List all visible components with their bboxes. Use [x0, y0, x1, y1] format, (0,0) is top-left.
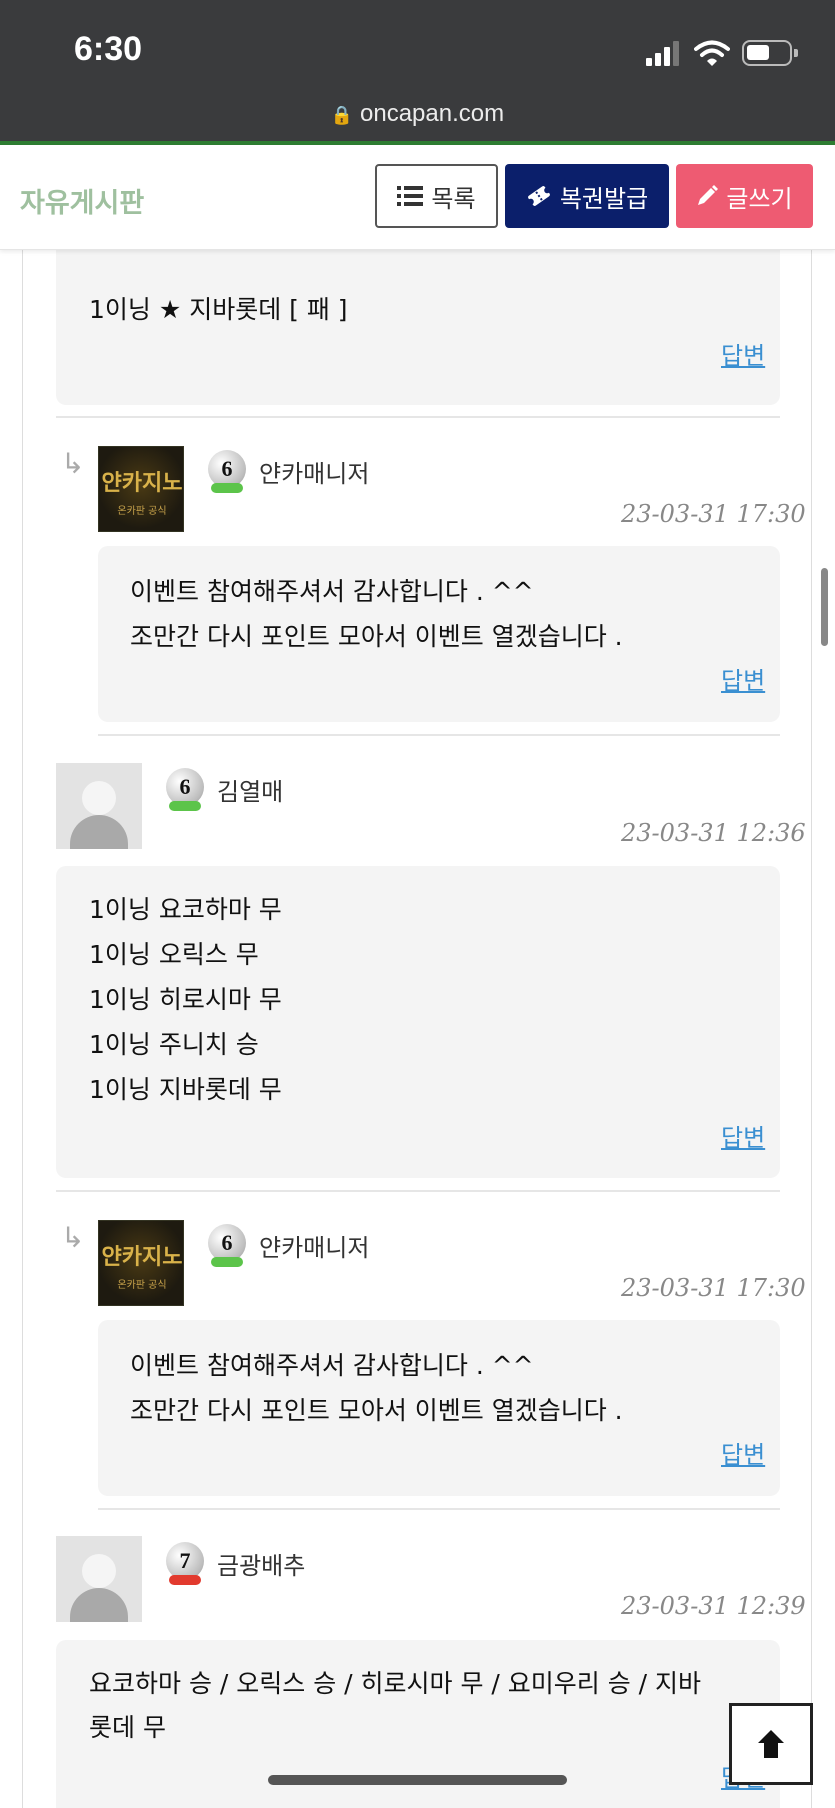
comment-author[interactable]: 얀카매니저 [259, 1228, 369, 1263]
list-button[interactable]: 목록 [375, 164, 498, 228]
divider [56, 416, 780, 418]
scrollbar[interactable] [821, 568, 828, 646]
comment-date: 23-03-31 17:30 [621, 500, 806, 528]
divider [56, 1190, 780, 1192]
list-icon [397, 186, 424, 206]
comment-body: 1이닝 요코하마 무 1이닝 오릭스 무 1이닝 히로시마 무 1이닝 주니치 … [56, 866, 780, 1178]
avatar[interactable]: 얀카지노 온카판 공식 [98, 1220, 184, 1306]
comment-list: 1이닝 ★ 지바롯데 [ 패 ] 답변 ↳ 얀카지노 온카판 공식 6 얀카매니저… [22, 250, 812, 1808]
pencil-icon [698, 185, 719, 205]
reply-link[interactable]: 답변 [721, 661, 765, 696]
write-button-label: 글쓰기 [726, 184, 793, 213]
avatar[interactable]: 얀카지노 온카판 공식 [98, 446, 184, 532]
comment-date: 23-03-31 17:30 [621, 1274, 806, 1302]
comment-author[interactable]: 금광배추 [217, 1546, 305, 1581]
list-button-label: 목록 [431, 184, 476, 213]
comment-text: 롯데 무 [89, 1713, 166, 1742]
reply-link[interactable]: 답변 [721, 1435, 765, 1470]
scroll-top-button[interactable] [729, 1703, 813, 1785]
avatar[interactable] [56, 763, 142, 849]
write-button[interactable]: 글쓰기 [676, 164, 813, 228]
comment-body: 이벤트 참여해주셔서 감사합니다 . ^^ 조만간 다시 포인트 모아서 이벤트… [98, 546, 780, 722]
divider [98, 734, 780, 736]
ticket-button[interactable]: 복권발급 [505, 164, 669, 228]
comment-date: 23-03-31 12:36 [621, 819, 806, 847]
comment-body: 1이닝 ★ 지바롯데 [ 패 ] 답변 [56, 250, 780, 405]
ticket-icon [527, 186, 551, 206]
divider [98, 1508, 780, 1510]
reply-link[interactable]: 답변 [721, 336, 765, 371]
signal-icon [646, 41, 679, 66]
comment-text: 1이닝 히로시마 무 [89, 985, 282, 1014]
comment-text: 1이닝 요코하마 무 [89, 895, 282, 924]
comment-body: 이벤트 참여해주셔서 감사합니다 . ^^ 조만간 다시 포인트 모아서 이벤트… [98, 1320, 780, 1496]
reply-arrow-icon: ↳ [61, 1221, 85, 1254]
comment-date: 23-03-31 12:39 [621, 1592, 806, 1620]
comment-text: 1이닝 지바롯데 무 [89, 1075, 282, 1104]
avatar[interactable] [56, 1536, 142, 1622]
arrow-up-icon [758, 1730, 784, 1758]
comment-text: 이벤트 참여해주셔서 감사합니다 . ^^ [130, 577, 534, 606]
comment-text: 요코하마 승 / 오릭스 승 / 히로시마 무 / 요미우리 승 / 지바 [89, 1669, 702, 1698]
url-text: oncapan.com [360, 100, 505, 127]
home-indicator [268, 1775, 567, 1785]
level-badge: 6 [207, 1224, 249, 1272]
comment-author[interactable]: 얀카매니저 [259, 454, 369, 489]
lock-icon: 🔒 [330, 105, 354, 125]
comment-author[interactable]: 김열매 [217, 772, 283, 807]
level-badge: 6 [207, 450, 249, 498]
address-bar[interactable]: 🔒 oncapan.com [0, 100, 835, 128]
comment-text: 조만간 다시 포인트 모아서 이벤트 열겠습니다 . [130, 1396, 623, 1425]
browser-status-bar: 6:30 🔒 oncapan.com [0, 0, 835, 145]
page-title[interactable]: 자유게시판 [20, 181, 144, 220]
clock: 6:30 [74, 30, 143, 68]
wifi-icon [694, 40, 730, 66]
reply-link[interactable]: 답변 [721, 1118, 765, 1153]
reply-arrow-icon: ↳ [61, 447, 85, 480]
comment-text: 이벤트 참여해주셔서 감사합니다 . ^^ [130, 1351, 534, 1380]
level-badge: 7 [165, 1542, 207, 1590]
ticket-button-label: 복권발급 [559, 184, 649, 213]
comment-text: 조만간 다시 포인트 모아서 이벤트 열겠습니다 . [130, 622, 623, 651]
board-header: 자유게시판 목록 복권발급 글쓰기 [0, 145, 835, 250]
battery-icon [742, 40, 798, 66]
comment-text: 1이닝 ★ 지바롯데 [ 패 ] [89, 295, 348, 324]
level-badge: 6 [165, 768, 207, 816]
comment-text: 1이닝 주니치 승 [89, 1030, 259, 1059]
comment-text: 1이닝 오릭스 무 [89, 940, 259, 969]
